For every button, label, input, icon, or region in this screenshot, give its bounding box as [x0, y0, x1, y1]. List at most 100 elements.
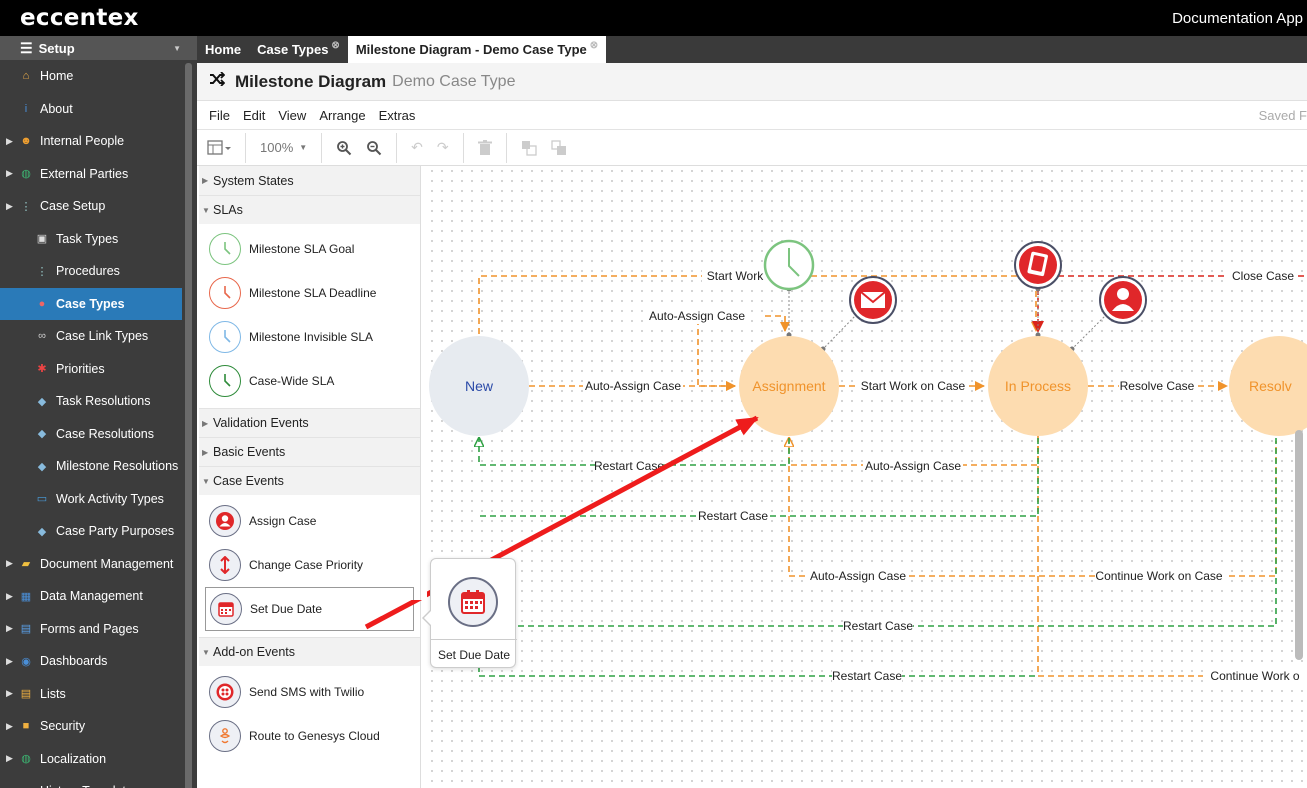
caret-right-icon[interactable]: ▶ [6, 688, 13, 699]
palette-item-change-case-priority[interactable]: Change Case Priority [199, 543, 420, 587]
sidebar-item-history-templates[interactable]: ▶▬History Templates [0, 775, 197, 788]
sidebar-item-localization[interactable]: ▶ ◍ Localization [0, 743, 197, 776]
sidebar: ☰ Setup ▼ ⌂ Home i About ▶ ☻ Internal People ▶ ◍… [0, 36, 197, 788]
menu-extras[interactable]: Extras [379, 108, 416, 123]
sidebar-item-security[interactable]: ▶ ■ Security [0, 710, 197, 743]
node-new[interactable]: New [429, 336, 529, 436]
section-slas[interactable]: ▼ SLAs [199, 195, 420, 224]
sidebar-item-task-types[interactable]: ▣ Task Types [0, 223, 197, 256]
format-panel-button[interactable] [207, 139, 231, 156]
sidebar-item-priorities[interactable]: ✱ Priorities [0, 353, 197, 386]
sidebar-item-case-link-types[interactable]: ∞ Case Link Types [0, 320, 197, 353]
caret-right-icon[interactable]: ▶ [6, 623, 13, 634]
sla-clock-icon[interactable] [763, 239, 815, 291]
undo-button[interactable]: ↶ [411, 139, 423, 156]
sidebar-item-case-resolutions[interactable]: ◆ Case Resolutions [0, 418, 197, 451]
sidebar-item-data-management[interactable]: ▶ ▦ Data Management [0, 580, 197, 613]
sidebar-item-case-setup[interactable]: ▶ ⋮ Case Setup [0, 190, 197, 223]
person-icon [209, 505, 241, 537]
section-addon-events[interactable]: ▼ Add-on Events [199, 637, 420, 666]
sidebar-item-case-types[interactable]: ● Case Types [0, 287, 182, 320]
menu-edit[interactable]: Edit [243, 108, 265, 123]
tab-case-types[interactable]: Case Types ⊗ [249, 36, 348, 63]
close-tab-icon[interactable]: ⊗ [590, 40, 598, 51]
sidebar-header[interactable]: ☰ Setup ▼ [0, 36, 197, 60]
palette-item-assign-case[interactable]: Assign Case [199, 499, 420, 543]
sidebar-header-label: Setup [38, 40, 75, 56]
sidebar-item-case-party-purposes[interactable]: ◆ Case Party Purposes [0, 515, 197, 548]
diagram-scrollbar[interactable] [1295, 430, 1303, 660]
caret-right-icon[interactable]: ▶ [6, 558, 13, 569]
palette-item-case-wide-sla[interactable]: Case-Wide SLA [199, 359, 420, 403]
caret-right-icon: ▶ [202, 176, 209, 185]
send-to-back-button[interactable] [550, 139, 567, 156]
sidebar-item-label: About [40, 101, 73, 116]
caret-right-icon: ▶ [202, 447, 209, 457]
person-event-icon[interactable] [1099, 276, 1147, 324]
menu-view[interactable]: View [278, 108, 306, 123]
palette-item-milestone-invisible-sla[interactable]: Milestone Invisible SLA [199, 315, 420, 359]
email-event-icon[interactable] [849, 276, 897, 324]
palette-item-send-sms-with-twilio[interactable]: Send SMS with Twilio [199, 670, 420, 714]
sidebar-item-document-management[interactable]: ▶ ▰ Document Management [0, 548, 197, 581]
sidebar-item-label: History Templates [40, 784, 139, 788]
bring-to-front-button[interactable] [521, 140, 537, 156]
app-logo[interactable]: eccentex [20, 5, 139, 31]
zoom-select[interactable]: 100% ▼ [260, 140, 307, 155]
section-case-events[interactable]: ▼ Case Events [199, 466, 420, 495]
tab-bar: Home Case Types ⊗ Milestone Diagram - De… [197, 36, 1307, 63]
close-tab-icon[interactable]: ⊗ [331, 40, 339, 51]
edge-auto-assign-top [765, 315, 790, 332]
caret-right-icon[interactable]: ▶ [6, 136, 13, 147]
zoom-out-button[interactable] [366, 140, 382, 156]
palette-item-route-to-genesys-cloud[interactable]: Route to Genesys Cloud [199, 714, 420, 758]
caret-right-icon[interactable]: ▶ [6, 656, 13, 667]
sidebar-item-milestone-resolutions[interactable]: ◆ Milestone Resolutions [0, 450, 197, 483]
sidebar-item-dashboards[interactable]: ▶ ◉ Dashboards [0, 645, 197, 678]
globe-icon: ◍ [21, 168, 31, 181]
tab-label: Milestone Diagram - Demo Case Type [355, 42, 587, 57]
menu-arrange[interactable]: Arrange [319, 108, 365, 123]
sidebar-item-internal-people[interactable]: ▶ ☻ Internal People [0, 125, 197, 158]
tab-home[interactable]: Home [197, 36, 249, 63]
caret-right-icon[interactable]: ▶ [6, 753, 13, 764]
sidebar-item-work-activity-types[interactable]: ▭ Work Activity Types [0, 483, 197, 516]
section-validation-events[interactable]: ▶ Validation Events [199, 408, 420, 437]
calendar-icon[interactable] [448, 577, 498, 627]
sidebar-item-task-resolutions[interactable]: ◆ Task Resolutions [0, 385, 197, 418]
sidebar-item-procedures[interactable]: ⋮ Procedures [0, 255, 197, 288]
sidebar-item-lists[interactable]: ▶ ▤ Lists [0, 678, 197, 711]
form-icon: ▤ [20, 623, 32, 636]
sidebar-scrollbar[interactable] [185, 63, 192, 788]
book-event-icon[interactable] [1014, 241, 1062, 289]
menu-file[interactable]: File [209, 108, 230, 123]
palette-item-label: Set Due Date [250, 602, 323, 616]
caret-right-icon[interactable]: ▶ [6, 591, 13, 602]
sidebar-item-external-parties[interactable]: ▶ ◍ External Parties [0, 158, 197, 191]
delete-button[interactable] [477, 139, 492, 156]
palette-item-milestone-sla-deadline[interactable]: Milestone SLA Deadline [199, 271, 420, 315]
section-system-states[interactable]: ▶ System States [199, 166, 420, 195]
caret-right-icon[interactable]: ▶ [6, 168, 13, 179]
tab-label: Case Types [257, 42, 329, 57]
caret-right-icon[interactable]: ▶ [6, 721, 13, 732]
to-front-icon [521, 140, 537, 156]
diagram-canvas[interactable]: Start Work Close Case Auto-Assign Case A… [427, 166, 1307, 788]
history-icon: ▬ [18, 783, 34, 788]
sidebar-item-forms-and-pages[interactable]: ▶ ▤ Forms and Pages [0, 613, 197, 646]
milestone-diagram-svg[interactable]: Start Work Close Case Auto-Assign Case A… [427, 166, 1307, 788]
sidebar-item-home[interactable]: ⌂ Home [0, 60, 197, 93]
section-basic-events[interactable]: ▶ Basic Events [199, 437, 420, 466]
caret-right-icon[interactable]: ▶ [6, 201, 13, 212]
sidebar-item-label: Home [40, 69, 74, 84]
node-label: In Process [1005, 378, 1071, 394]
zoom-in-button[interactable] [336, 140, 352, 156]
node-in-process[interactable]: In Process [988, 336, 1088, 436]
node-resolved[interactable]: Resolv [1229, 336, 1307, 436]
tab-milestone-diagram[interactable]: Milestone Diagram - Demo Case Type ⊗ [347, 36, 607, 63]
redo-button[interactable]: ↷ [437, 139, 449, 156]
sidebar-item-about[interactable]: i About [0, 93, 197, 126]
palette-item-milestone-sla-goal[interactable]: Milestone SLA Goal [199, 227, 420, 271]
section-label: Basic Events [213, 445, 286, 459]
caret-down-icon: ▼ [202, 647, 210, 657]
